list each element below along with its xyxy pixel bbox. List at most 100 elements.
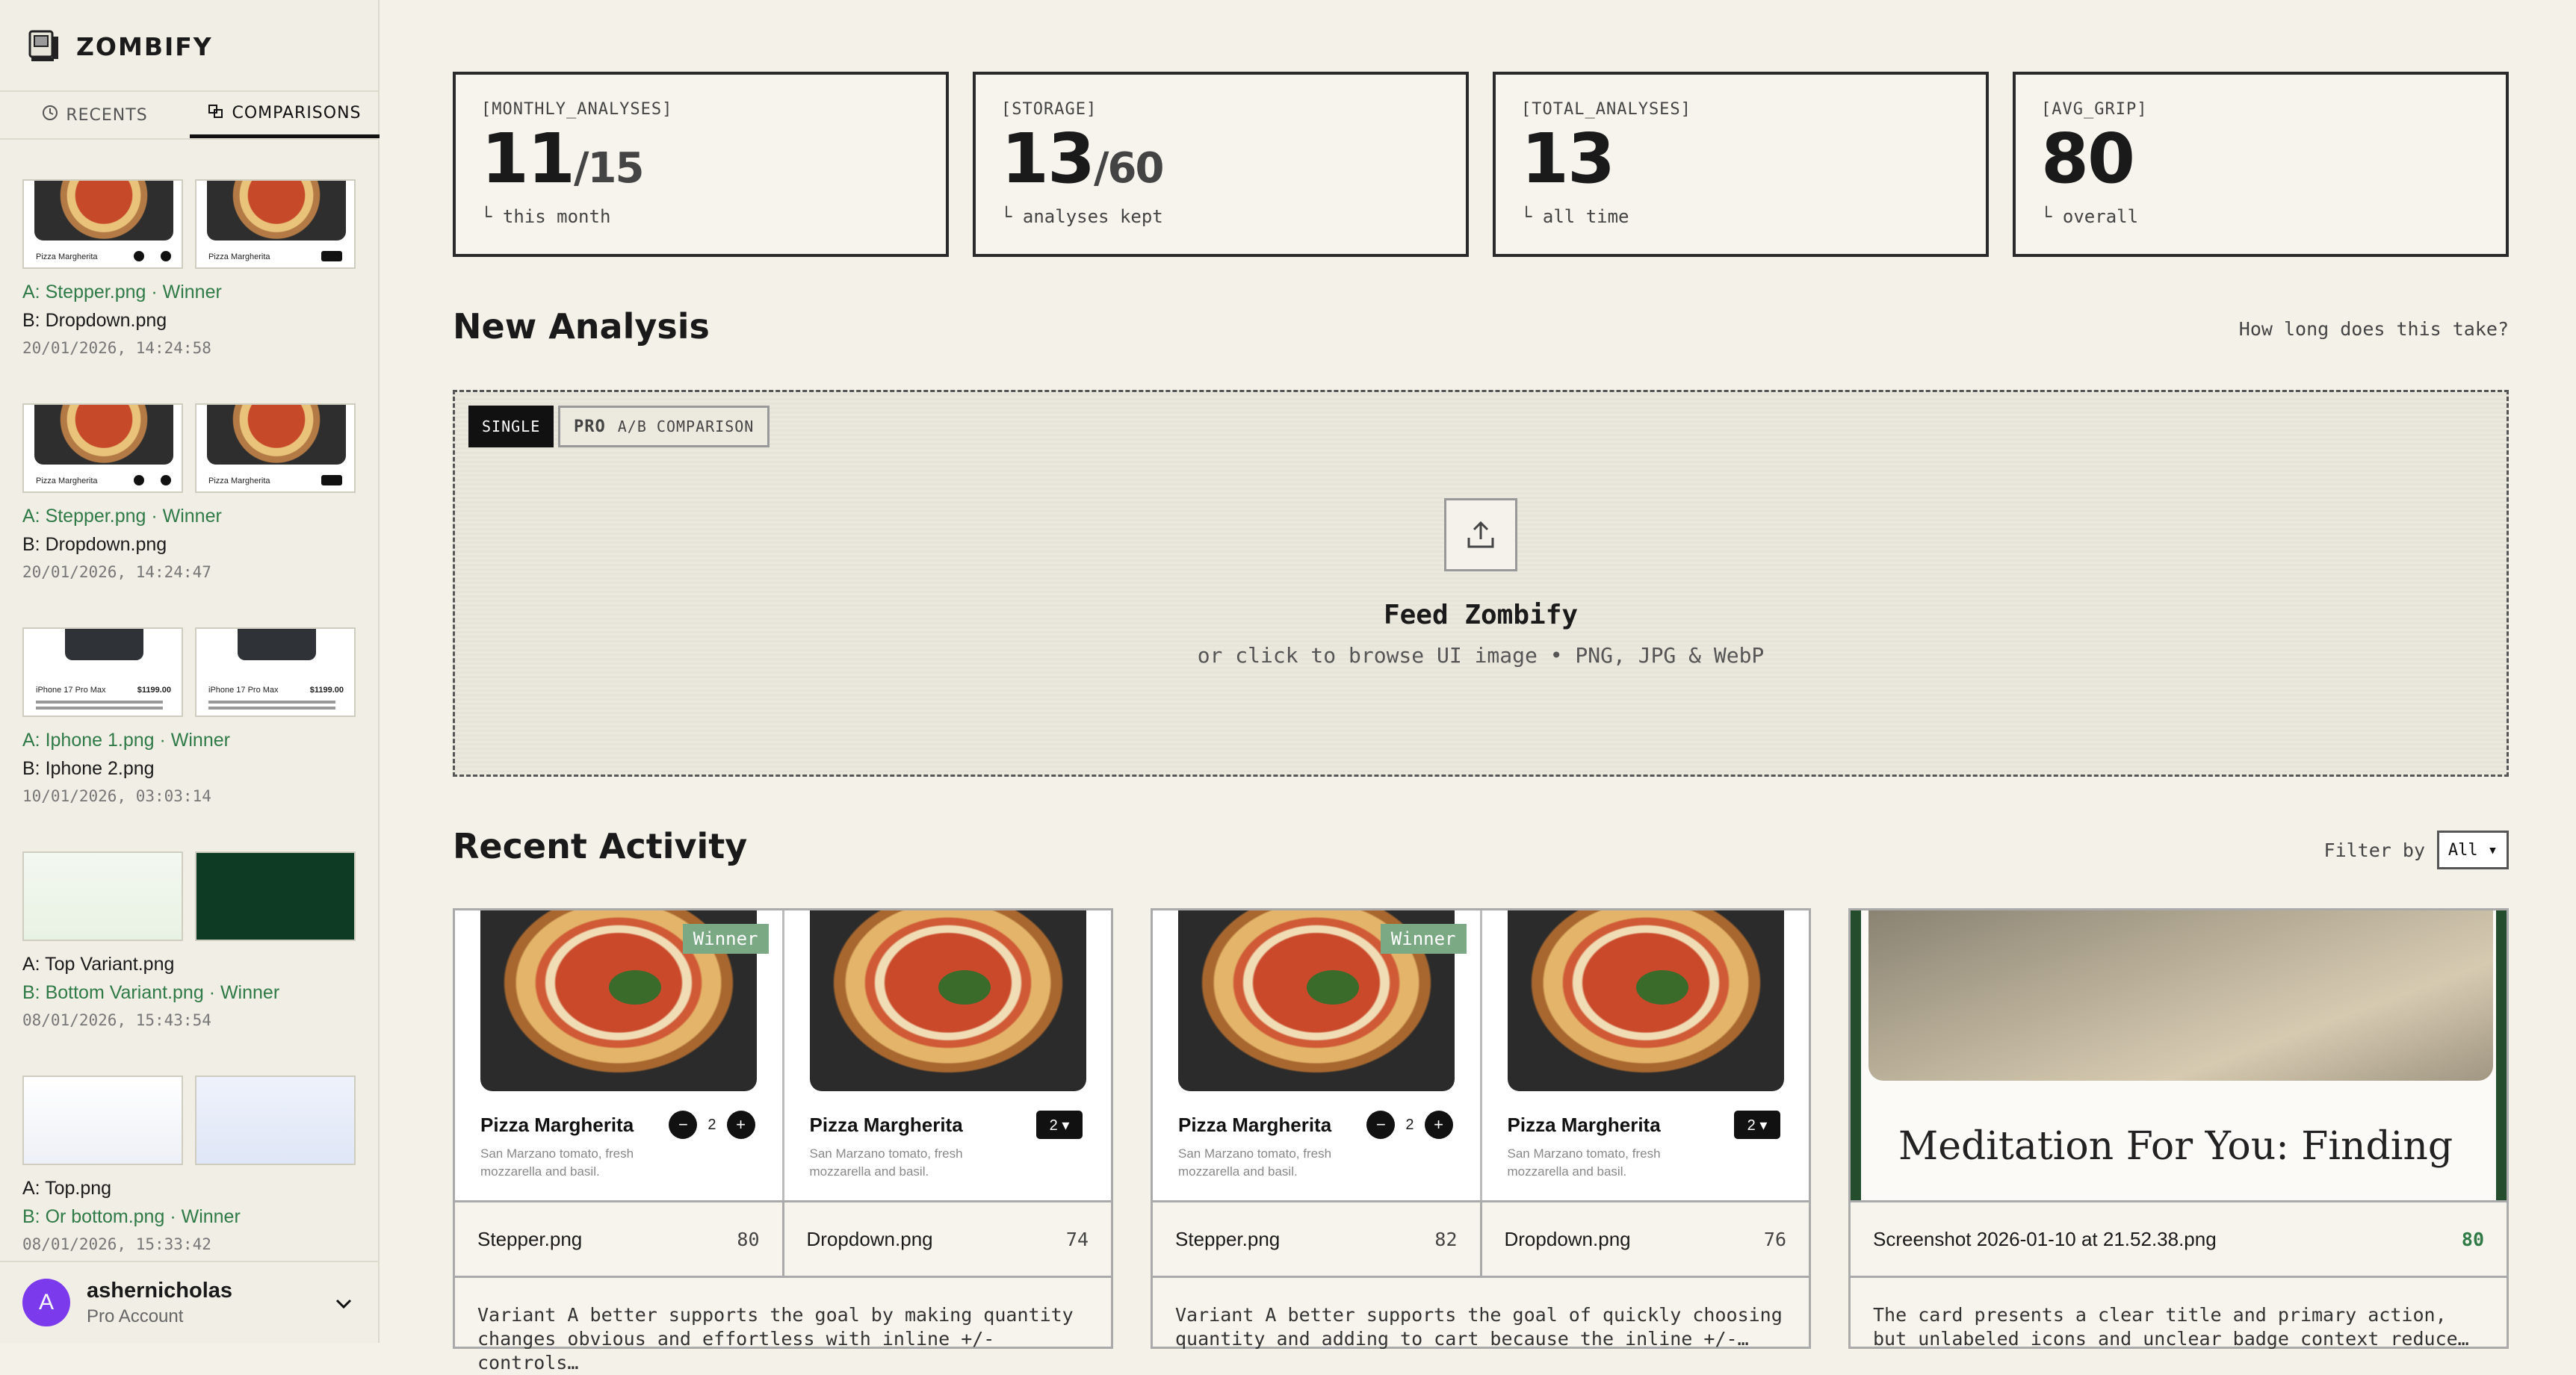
card-summary: The card presents a clear title and prim… — [1873, 1304, 2469, 1350]
variant-a-name: Stepper.png — [1175, 1227, 1281, 1250]
thumb-caption: iPhone 17 Pro Max — [36, 686, 106, 695]
stat-value: 13 — [1001, 119, 1095, 199]
mode-ab-comparison-button[interactable]: PRO A/B COMPARISON — [558, 406, 770, 447]
winner-label: · Winner — [170, 1206, 241, 1227]
thumb-b: iPhone 17 Pro Max $1199.00 — [195, 627, 356, 717]
variant-b-score: 74 — [1065, 1228, 1089, 1250]
compare-icon — [208, 103, 224, 124]
pizza-desc: San Marzano tomato, fresh mozzarella and… — [1507, 1146, 1661, 1179]
recent-activity-title: Recent Activity — [453, 826, 748, 866]
stat-note: └ all time — [1521, 206, 1629, 227]
variant-b: B: Or bottom.png — [22, 1206, 165, 1227]
stat-label: [MONTHLY_ANALYSES] — [481, 100, 673, 119]
stat-label: [AVG_GRIP] — [2041, 100, 2148, 119]
variant-a: A: Top.png — [22, 1178, 112, 1199]
upload-icon[interactable] — [1444, 498, 1517, 571]
comparison-date: 20/01/2026, 14:24:58 — [22, 339, 211, 357]
thumb-a: iPhone 17 Pro Max $1199.00 — [22, 627, 183, 717]
brand[interactable]: ZOMBIFY — [25, 25, 213, 67]
app-name: ZOMBIFY — [76, 31, 213, 61]
variant-a: A: Top Variant.png — [22, 954, 175, 975]
stat-storage: [STORAGE] 13/60 └ analyses kept — [973, 72, 1469, 257]
thumb-caption: Pizza Margherita — [36, 477, 98, 485]
variant-b-image: Pizza Margherita San Marzano tomato, fre… — [784, 910, 1111, 1200]
variant-b: B: Dropdown.png — [22, 534, 167, 555]
user-account[interactable]: A ashernicholas Pro Account — [0, 1261, 380, 1343]
quantity-value: 2 — [1405, 1116, 1414, 1133]
pizza-title: Pizza Margherita — [480, 1114, 634, 1136]
stat-note: └ analyses kept — [1001, 206, 1163, 227]
user-plan: Pro Account — [87, 1306, 184, 1326]
activity-card[interactable]: Winner Pizza Margherita San Marzano toma… — [453, 908, 1113, 1374]
mode-single-button[interactable]: SINGLE — [468, 406, 554, 447]
stat-note: └ overall — [2041, 206, 2139, 227]
comparison-date: 08/01/2026, 15:43:54 — [22, 1011, 211, 1029]
upload-dropzone[interactable]: SINGLE PRO A/B COMPARISON Feed Zombify o… — [453, 390, 2509, 777]
tab-recents[interactable]: RECENTS — [0, 92, 190, 138]
avatar: A — [22, 1279, 70, 1326]
analysis-image: Meditation For You: Finding — [1851, 910, 2507, 1200]
stat-value: 13 — [1521, 119, 1615, 199]
variant-b: B: Dropdown.png — [22, 310, 167, 331]
thumb-b — [195, 851, 356, 941]
user-name: ashernicholas — [87, 1278, 233, 1303]
analysis-score: 80 — [2461, 1228, 2484, 1250]
tab-comparisons[interactable]: COMPARISONS — [190, 92, 380, 138]
thumb-caption: Pizza Margherita — [208, 477, 270, 485]
image-headline: Meditation For You: Finding — [1898, 1124, 2453, 1169]
chevron-down-icon[interactable] — [335, 1291, 353, 1316]
winner-label: · Winner — [159, 730, 230, 751]
stat-total-analyses: [TOTAL_ANALYSES] 13 └ all time — [1493, 72, 1989, 257]
variant-a: A: Stepper.png — [22, 282, 146, 302]
activity-card[interactable]: Winner Pizza Margherita San Marzano toma… — [1151, 908, 1811, 1350]
pro-badge: PRO — [574, 417, 606, 436]
variant-a-score: 80 — [737, 1228, 760, 1250]
thumb-price: $1199.00 — [309, 686, 344, 695]
winner-badge: Winner — [682, 924, 769, 954]
thumb-a: Pizza Margherita — [22, 179, 183, 269]
stat-label: [STORAGE] — [1001, 100, 1097, 119]
help-link[interactable]: How long does this take? — [2239, 318, 2509, 340]
variant-a-name: Stepper.png — [477, 1227, 583, 1250]
plus-icon: + — [726, 1111, 755, 1139]
thumb-a — [22, 851, 183, 941]
variant-b: B: Bottom Variant.png — [22, 982, 204, 1003]
stat-monthly-analyses: [MONTHLY_ANALYSES] 11/15 └ this month — [453, 72, 949, 257]
comparison-item[interactable]: A: Top.png B: Or bottom.png · Winner 08/… — [22, 1076, 356, 1253]
stat-note: └ this month — [481, 206, 611, 227]
quantity-dropdown: 2 ▾ — [1734, 1111, 1780, 1139]
variant-a-score: 82 — [1434, 1228, 1458, 1250]
pizza-desc: San Marzano tomato, fresh mozzarella and… — [480, 1146, 634, 1179]
new-analysis-title: New Analysis — [453, 306, 710, 347]
filter-label: Filter by — [2323, 839, 2425, 861]
quantity-value: 2 — [708, 1116, 716, 1133]
activity-card[interactable]: Meditation For You: Finding Screenshot 2… — [1848, 908, 2509, 1350]
quantity-stepper: −2 + — [1366, 1111, 1453, 1139]
quantity-stepper: −2 + — [669, 1111, 755, 1139]
winner-label: · Winner — [208, 982, 280, 1003]
comparison-item[interactable]: Pizza Margherita Pizza Margherita A: Ste… — [22, 179, 356, 357]
sidebar-tabs: RECENTS COMPARISONS — [0, 90, 380, 140]
variant-b-score: 76 — [1763, 1228, 1786, 1250]
variant-a-image: Winner Pizza Margherita San Marzano toma… — [455, 910, 784, 1200]
thumb-caption: Pizza Margherita — [36, 252, 98, 261]
comparison-item[interactable]: iPhone 17 Pro Max $1199.00 iPhone 17 Pro … — [22, 627, 356, 805]
zombie-computer-icon — [25, 28, 63, 65]
variant-b: B: Iphone 2.png — [22, 758, 155, 779]
thumb-price: $1199.00 — [137, 686, 171, 695]
winner-label: · Winner — [151, 282, 222, 302]
thumb-b: Pizza Margherita — [195, 403, 356, 493]
comparison-item[interactable]: Pizza Margherita Pizza Margherita A: Ste… — [22, 403, 356, 581]
comparison-item[interactable]: A: Top Variant.png B: Bottom Variant.png… — [22, 851, 356, 1029]
thumb-a: Pizza Margherita — [22, 403, 183, 493]
recent-cards: Winner Pizza Margherita San Marzano toma… — [453, 908, 2509, 1374]
filter-select[interactable]: All ▾ — [2437, 831, 2509, 869]
stats-row: [MONTHLY_ANALYSES] 11/15 └ this month [S… — [453, 72, 2509, 257]
comparison-date: 20/01/2026, 14:24:47 — [22, 563, 211, 581]
variant-a-image: Winner Pizza Margherita San Marzano toma… — [1153, 910, 1482, 1200]
thumb-caption: iPhone 17 Pro Max — [208, 686, 279, 695]
pizza-title: Pizza Margherita — [809, 1114, 963, 1136]
mode-ab-label: A/B COMPARISON — [617, 418, 755, 435]
stat-sub: /15 — [574, 144, 644, 193]
dropzone-title: Feed Zombify — [1383, 600, 1579, 630]
